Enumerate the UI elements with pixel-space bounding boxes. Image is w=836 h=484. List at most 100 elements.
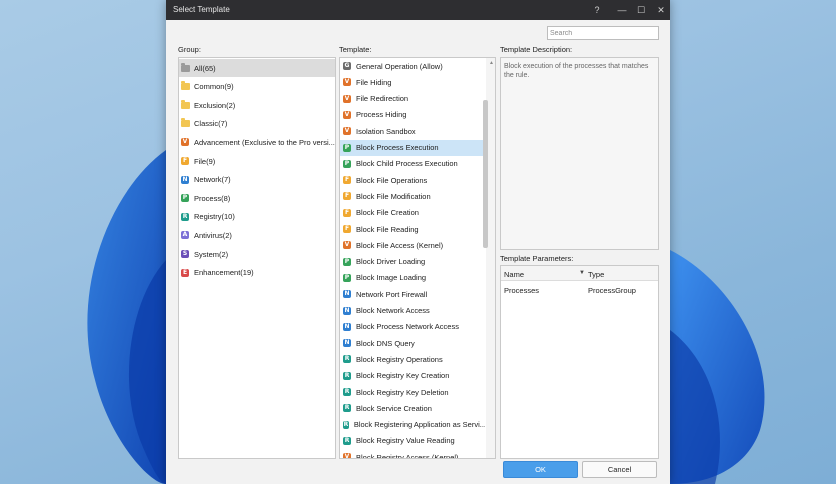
- template-item-block-network-access[interactable]: N Block Network Access: [340, 303, 485, 319]
- category-badge-icon: F: [181, 157, 189, 165]
- column-header-name[interactable]: Name: [504, 270, 524, 279]
- title-bar[interactable]: Select Template ? — ☐ ✕: [166, 0, 670, 20]
- group-item-all[interactable]: All(65): [179, 59, 335, 77]
- template-item-label: Block Process Execution: [356, 143, 439, 152]
- template-item-label: Block Registry Key Creation: [356, 371, 450, 381]
- group-item-exclusion[interactable]: Exclusion(2): [179, 96, 335, 114]
- template-item-block-service-creation[interactable]: R Block Service Creation: [340, 400, 485, 416]
- template-item-label: Block File Reading: [356, 224, 419, 234]
- template-item-block-file-operations[interactable]: F Block File Operations: [340, 172, 485, 188]
- category-badge-icon: R: [181, 212, 189, 221]
- folder-icon: [181, 118, 190, 128]
- template-item-label: Block File Access (Kernel): [356, 240, 444, 250]
- maximize-button[interactable]: ☐: [630, 0, 652, 20]
- template-item-label: Block Driver Loading: [356, 257, 426, 267]
- template-parameters-table: Name ▼ Type Processes ProcessGroup: [500, 265, 659, 459]
- group-item-file[interactable]: F File(9): [179, 152, 335, 170]
- template-item-label: Block Child Process Execution: [356, 159, 458, 169]
- group-item-system[interactable]: S System(2): [179, 245, 335, 263]
- template-scrollbar-thumb[interactable]: [483, 100, 488, 248]
- select-template-dialog: Select Template ? — ☐ ✕ Group: Template:…: [166, 0, 670, 484]
- group-item-advancement-exclusive-to-the-pro-versi[interactable]: V Advancement (Exclusive to the Pro versi…: [179, 133, 335, 151]
- group-item-classic[interactable]: Classic(7): [179, 115, 335, 133]
- group-item-enhancement[interactable]: E Enhancement(19): [179, 264, 335, 282]
- template-item-network-port-firewall[interactable]: N Network Port Firewall: [340, 286, 485, 302]
- template-item-block-image-loading[interactable]: P Block Image Loading: [340, 270, 485, 286]
- template-item-general-operation[interactable]: G General Operation (Allow): [340, 58, 485, 74]
- template-badge-icon: P: [343, 143, 351, 152]
- template-badge-icon: R: [343, 420, 349, 429]
- template-badge-icon: V: [343, 110, 351, 119]
- group-item-label: System(2): [194, 249, 229, 259]
- template-item-label: File Hiding: [356, 77, 392, 87]
- template-item-block-file-creation[interactable]: F Block File Creation: [340, 205, 485, 221]
- sort-descending-icon[interactable]: ▼: [579, 270, 585, 276]
- template-item-block-registry-operations[interactable]: R Block Registry Operations: [340, 351, 485, 367]
- folder-icon: [181, 81, 190, 91]
- group-item-network[interactable]: N Network(7): [179, 171, 335, 189]
- template-item-block-file-access[interactable]: V Block File Access (Kernel): [340, 237, 485, 253]
- template-item-block-child-process-execution[interactable]: P Block Child Process Execution: [340, 156, 485, 172]
- category-badge-icon: P: [181, 194, 189, 203]
- template-item-block-driver-loading[interactable]: P Block Driver Loading: [340, 254, 485, 270]
- group-item-label: File(9): [194, 156, 216, 166]
- folder-icon: [181, 62, 190, 72]
- template-list-panel: G General Operation (Allow) V File Hiding V F…: [339, 57, 496, 459]
- template-item-block-process-network-access[interactable]: N Block Process Network Access: [340, 319, 485, 335]
- template-item-file-hiding[interactable]: V File Hiding: [340, 74, 485, 90]
- template-item-block-process-execution[interactable]: P Block Process Execution: [340, 139, 485, 156]
- template-item-block-file-reading[interactable]: F Block File Reading: [340, 221, 485, 237]
- template-badge-icon: N: [343, 339, 351, 348]
- template-item-block-dns-query[interactable]: N Block DNS Query: [340, 335, 485, 351]
- template-item-label: General Operation (Allow): [356, 61, 443, 71]
- template-item-label: Block File Creation: [356, 208, 419, 218]
- parameter-name-cell[interactable]: Processes: [504, 286, 539, 295]
- category-badge-icon: A: [181, 231, 189, 240]
- template-description-text: Block execution of the processes that ma…: [504, 63, 649, 79]
- folder-icon: [181, 99, 190, 109]
- template-item-process-hiding[interactable]: V Process Hiding: [340, 107, 485, 123]
- template-item-label: Block Registry Value Reading: [356, 436, 455, 446]
- window-title: Select Template: [173, 5, 230, 14]
- template-badge-icon: R: [343, 388, 351, 396]
- template-item-label: Block File Modification: [356, 191, 431, 201]
- close-button[interactable]: ✕: [650, 0, 672, 20]
- template-list: G General Operation (Allow) V File Hiding V F…: [340, 58, 485, 458]
- template-item-label: Block DNS Query: [356, 338, 415, 348]
- template-item-label: Process Hiding: [356, 110, 407, 120]
- template-item-block-file-modification[interactable]: F Block File Modification: [340, 188, 485, 204]
- help-button[interactable]: ?: [586, 0, 608, 20]
- template-item-file-redirection[interactable]: V File Redirection: [340, 91, 485, 107]
- scroll-up-arrow-icon[interactable]: ▲: [489, 60, 494, 66]
- group-item-process[interactable]: P Process(8): [179, 189, 335, 207]
- group-item-common[interactable]: Common(9): [179, 78, 335, 96]
- template-item-label: Isolation Sandbox: [356, 126, 416, 136]
- column-header-type[interactable]: Type: [588, 270, 604, 279]
- group-item-registry[interactable]: R Registry(10): [179, 208, 335, 226]
- group-item-antivirus[interactable]: A Antivirus(2): [179, 226, 335, 244]
- template-item-label: Block Registry Operations: [356, 354, 443, 364]
- template-badge-icon: V: [343, 241, 351, 250]
- template-badge-icon: G: [343, 62, 351, 70]
- template-badge-icon: V: [343, 453, 351, 458]
- template-item-block-registering-application-as-servi[interactable]: R Block Registering Application as Servi.…: [340, 417, 485, 433]
- template-badge-icon: V: [343, 94, 351, 103]
- template-badge-icon: N: [343, 290, 351, 299]
- template-badge-icon: P: [343, 257, 351, 266]
- template-item-block-registry-access[interactable]: V Block Registry Access (Kernel): [340, 449, 485, 458]
- template-item-block-registry-key-deletion[interactable]: R Block Registry Key Deletion: [340, 384, 485, 400]
- template-item-isolation-sandbox[interactable]: V Isolation Sandbox: [340, 123, 485, 139]
- template-badge-icon: P: [343, 273, 351, 282]
- template-item-block-registry-value-reading[interactable]: R Block Registry Value Reading: [340, 433, 485, 449]
- parameter-type-cell[interactable]: ProcessGroup: [588, 286, 636, 295]
- group-item-label: Exclusion(2): [194, 100, 236, 110]
- cancel-button[interactable]: Cancel: [582, 461, 657, 478]
- ok-button[interactable]: OK: [503, 461, 578, 478]
- parameters-label: Template Parameters:: [500, 254, 574, 263]
- template-item-label: Block Process Network Access: [356, 322, 459, 332]
- parameters-table-header: Name ▼ Type: [501, 266, 658, 281]
- template-item-block-registry-key-creation[interactable]: R Block Registry Key Creation: [340, 368, 485, 384]
- template-label: Template:: [339, 45, 372, 54]
- template-item-label: Network Port Firewall: [356, 289, 428, 299]
- search-input[interactable]: [547, 26, 659, 40]
